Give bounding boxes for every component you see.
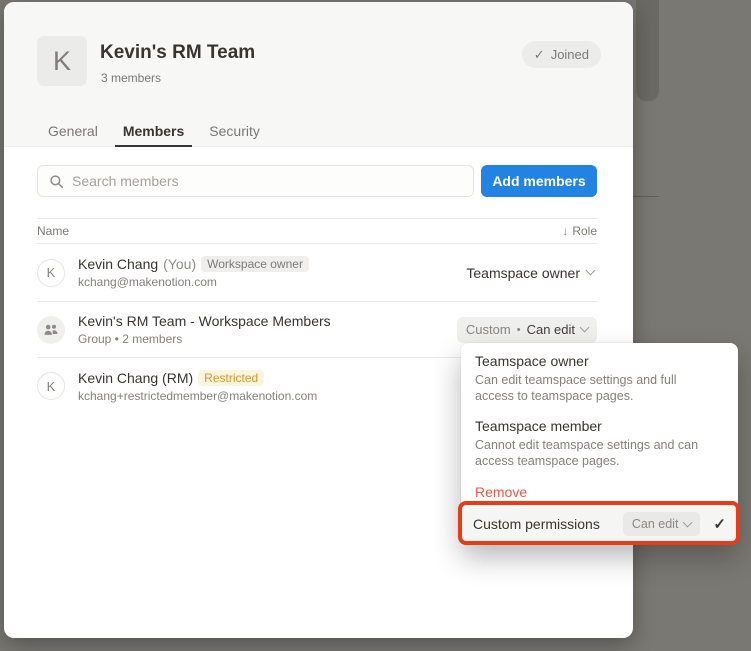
dimmed-background-element: [636, 0, 659, 101]
permission-level-value: Can edit: [632, 517, 679, 531]
table-header: Name ↓ Role: [37, 218, 597, 244]
table-row: K Kevin Chang (You) Workspace owner kcha…: [37, 244, 597, 302]
member-you-suffix: (You): [163, 256, 196, 272]
tab-bar: General Members Security: [40, 117, 277, 147]
option-description: Can edit teamspace settings and full acc…: [475, 372, 724, 404]
name-column-header: Name: [37, 224, 69, 238]
option-title: Teamspace member: [475, 418, 724, 434]
role-pill-value: Can edit: [527, 322, 575, 337]
menu-item-custom-permissions[interactable]: Custom permissions Can edit ✓: [461, 505, 738, 543]
check-icon: ✓: [534, 47, 545, 63]
chevron-down-icon: [683, 518, 693, 528]
restricted-badge: Restricted: [198, 370, 264, 386]
add-members-button[interactable]: Add members: [481, 165, 597, 197]
tab-general[interactable]: General: [40, 117, 106, 147]
option-title: Teamspace owner: [475, 353, 724, 369]
option-description: Cannot edit teamspace settings and can a…: [475, 437, 724, 469]
tab-members[interactable]: Members: [115, 117, 192, 147]
role-pill-separator: •: [517, 324, 521, 336]
avatar: K: [37, 372, 65, 400]
chevron-down-icon: [586, 266, 596, 276]
page-title: Kevin's RM Team: [100, 42, 255, 64]
member-name: Kevin Chang (RM): [78, 370, 193, 386]
group-name: Kevin's RM Team - Workspace Members: [78, 313, 331, 329]
role-column-header[interactable]: ↓ Role: [562, 224, 597, 238]
custom-role-dropdown-trigger[interactable]: Custom • Can edit: [457, 317, 597, 343]
dimmed-background-divider: [633, 196, 659, 197]
joined-label: Joined: [551, 47, 589, 62]
avatar: K: [37, 259, 65, 287]
workspace-owner-badge: Workspace owner: [201, 256, 309, 272]
tab-security[interactable]: Security: [201, 117, 268, 147]
member-email: kchang@makenotion.com: [78, 275, 309, 289]
joined-button[interactable]: ✓ Joined: [522, 41, 601, 68]
permission-level-dropdown[interactable]: Can edit: [623, 512, 701, 536]
sort-down-icon: ↓: [562, 224, 568, 238]
role-pill-prefix: Custom: [466, 322, 511, 337]
member-name: Kevin Chang: [78, 256, 158, 272]
selected-check-icon: ✓: [713, 515, 726, 533]
role-header-label: Role: [572, 224, 597, 238]
menu-item-teamspace-owner[interactable]: Teamspace owner Can edit teamspace setti…: [461, 351, 738, 410]
group-avatar: [37, 316, 65, 344]
group-info: Kevin's RM Team - Workspace Members Grou…: [78, 313, 331, 346]
search-input[interactable]: [37, 165, 474, 197]
teamspace-avatar: K: [37, 36, 87, 86]
role-dropdown-trigger[interactable]: Teamspace owner: [466, 265, 597, 281]
chevron-down-icon: [580, 323, 590, 333]
member-info: Kevin Chang (You) Workspace owner kchang…: [78, 256, 309, 289]
member-count: 3 members: [101, 71, 161, 85]
menu-item-remove[interactable]: Remove: [461, 475, 738, 500]
member-info: Kevin Chang (RM) Restricted kchang+restr…: [78, 370, 317, 403]
people-icon: [43, 323, 59, 337]
role-dropdown-menu: Teamspace owner Can edit teamspace setti…: [461, 343, 738, 543]
modal-header: K Kevin's RM Team 3 members ✓ Joined Gen…: [4, 2, 633, 147]
member-email: kchang+restrictedmember@makenotion.com: [78, 389, 317, 403]
menu-item-teamspace-member[interactable]: Teamspace member Cannot edit teamspace s…: [461, 416, 738, 475]
search-icon: [49, 174, 64, 189]
custom-permissions-label: Custom permissions: [473, 516, 600, 532]
role-value: Teamspace owner: [466, 265, 580, 281]
group-subtitle: Group • 2 members: [78, 332, 331, 346]
